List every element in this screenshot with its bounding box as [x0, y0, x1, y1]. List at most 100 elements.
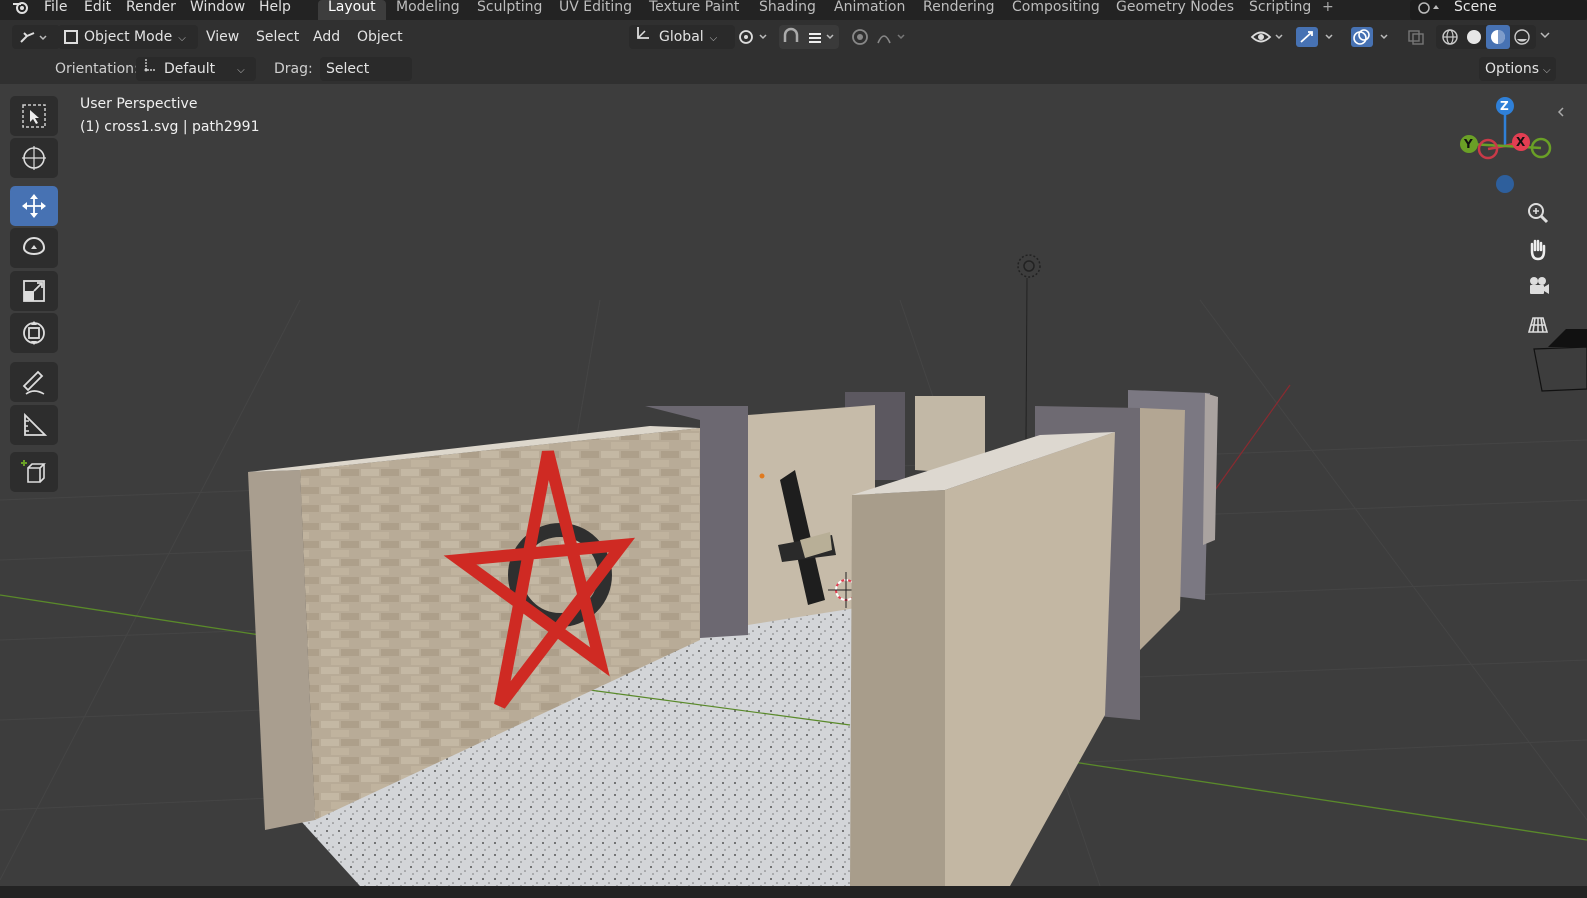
orientation-value: Default	[164, 61, 216, 77]
add-cube-tool[interactable]	[10, 452, 58, 492]
camera-view-button[interactable]	[1523, 272, 1553, 302]
origin-point	[759, 473, 765, 479]
x-axis-line	[1214, 384, 1291, 491]
camera-object-corner	[1528, 329, 1587, 398]
pivot-point-selector[interactable]	[736, 25, 772, 49]
add-menu[interactable]: Add	[313, 25, 340, 49]
select-box-tool[interactable]	[10, 96, 58, 136]
tab-shading[interactable]: Shading	[749, 0, 826, 20]
add-workspace-button[interactable]: +	[1322, 0, 1334, 20]
sidebar-toggle-icon[interactable]	[1556, 106, 1566, 122]
tab-uv-editing[interactable]: UV Editing	[549, 0, 642, 20]
scene-selector[interactable]: Scene	[1410, 0, 1587, 20]
navigation-gizmo[interactable]: Z Y X	[1455, 94, 1555, 194]
cursor-icon	[22, 146, 46, 170]
move-tool[interactable]	[10, 186, 58, 226]
y-axis-line-2	[1059, 759, 1587, 841]
xray-toggle[interactable]	[1406, 25, 1428, 49]
scene-render[interactable]	[0, 84, 1587, 886]
scale-tool[interactable]	[10, 271, 58, 311]
select-menu[interactable]: Select	[256, 25, 299, 49]
rotate-tool[interactable]	[10, 228, 58, 268]
tab-scripting[interactable]: Scripting	[1239, 0, 1321, 20]
shading-options-chevron-icon[interactable]	[1539, 29, 1551, 45]
proportional-editing-toggle[interactable]	[848, 25, 914, 49]
tab-compositing[interactable]: Compositing	[1002, 0, 1110, 20]
options-dropdown[interactable]: Options ⌵	[1479, 57, 1556, 81]
snapping-toggle[interactable]	[779, 25, 839, 49]
wireframe-shading-icon[interactable]	[1440, 27, 1460, 55]
orientation-gizmo-icon	[142, 57, 158, 81]
proportional-editing-icon	[848, 29, 912, 45]
active-object-label: (1) cross1.svg | path2991	[80, 119, 260, 135]
visibility-selector[interactable]	[1250, 25, 1288, 49]
tab-sculpting[interactable]: Sculpting	[467, 0, 552, 20]
menu-edit[interactable]: Edit	[84, 0, 111, 20]
orientation-dropdown[interactable]: Default ⌵	[136, 57, 256, 81]
transform-icon	[23, 321, 45, 345]
eye-icon	[1250, 29, 1286, 45]
add-cube-icon	[21, 460, 46, 483]
scene-icon	[1416, 1, 1442, 19]
view-perspective-label: User Perspective	[80, 96, 198, 112]
drag-dropdown[interactable]: Select Box⌵	[320, 57, 412, 101]
tab-layout[interactable]: Layout	[318, 0, 386, 20]
tab-animation[interactable]: Animation	[824, 0, 915, 20]
tab-geometry-nodes[interactable]: Geometry Nodes	[1106, 0, 1244, 20]
tab-rendering[interactable]: Rendering	[913, 0, 1005, 20]
measure-tool[interactable]	[10, 405, 58, 445]
rendered-shading-icon[interactable]	[1512, 27, 1532, 55]
pan-button[interactable]	[1523, 234, 1553, 264]
orientation-label: Orientation:	[55, 61, 139, 77]
object-mode-icon	[64, 30, 78, 44]
pivot-point-icon	[736, 29, 770, 45]
magnet-icon	[779, 27, 837, 45]
cursor-tool[interactable]	[10, 138, 58, 178]
menu-file[interactable]: File	[44, 0, 67, 20]
solid-shading-icon[interactable]	[1464, 27, 1484, 55]
menu-help[interactable]: Help	[259, 0, 291, 20]
tab-modeling[interactable]: Modeling	[386, 0, 470, 20]
select-box-icon	[22, 104, 46, 128]
options-label: Options	[1485, 61, 1540, 77]
annotate-tool[interactable]	[10, 362, 58, 402]
gizmo-z-label: Z	[1500, 99, 1509, 113]
zoom-button[interactable]	[1523, 198, 1553, 228]
gizmo-y-label: Y	[1464, 137, 1473, 151]
rotate-icon	[23, 237, 45, 255]
chevron-down-icon: ⌵	[1543, 65, 1551, 76]
gizmo-icon	[1296, 27, 1340, 47]
orientation-label: Global	[659, 29, 704, 45]
3d-viewport[interactable]: User Perspective (1) cross1.svg | path29…	[0, 84, 1587, 886]
mode-label: Object Mode	[84, 29, 173, 45]
editor-type-icon	[18, 29, 48, 45]
move-icon	[22, 194, 46, 218]
tab-texture-paint[interactable]: Texture Paint	[639, 0, 749, 20]
menu-window[interactable]: Window	[190, 0, 245, 20]
chevron-down-icon: ⌵	[178, 33, 186, 44]
scale-icon	[23, 280, 45, 302]
mode-selector[interactable]: Object Mode ⌵	[58, 25, 198, 49]
object-menu[interactable]: Object	[357, 25, 403, 49]
view-menu[interactable]: View	[206, 25, 239, 49]
editor-type-selector[interactable]	[12, 25, 60, 49]
transform-orientation-selector[interactable]: Global ⌵	[629, 25, 735, 49]
scene-name: Scene	[1454, 0, 1497, 15]
overlays-toggle[interactable]	[1351, 25, 1395, 49]
orientation-axes-icon	[635, 25, 651, 49]
chevron-down-icon: ⌵	[709, 33, 718, 44]
pencil-icon	[22, 370, 45, 395]
tool-settings-header: Orientation: Default⌵ Drag: Select Box⌵ …	[0, 54, 1587, 101]
shading-mode-group	[1436, 25, 1536, 49]
ruler-icon	[24, 412, 48, 436]
overlays-icon	[1351, 27, 1395, 47]
right-wall	[945, 432, 1115, 886]
chevron-down-icon: ⌵	[237, 65, 245, 76]
material-shading-icon[interactable]	[1486, 25, 1510, 49]
menu-render[interactable]: Render	[126, 0, 176, 20]
hand-icon	[1523, 239, 1553, 268]
blender-logo-icon[interactable]	[12, 0, 32, 16]
gizmo-toggle[interactable]	[1296, 25, 1340, 49]
camera-icon	[1523, 277, 1553, 306]
transform-tool[interactable]	[10, 313, 58, 353]
